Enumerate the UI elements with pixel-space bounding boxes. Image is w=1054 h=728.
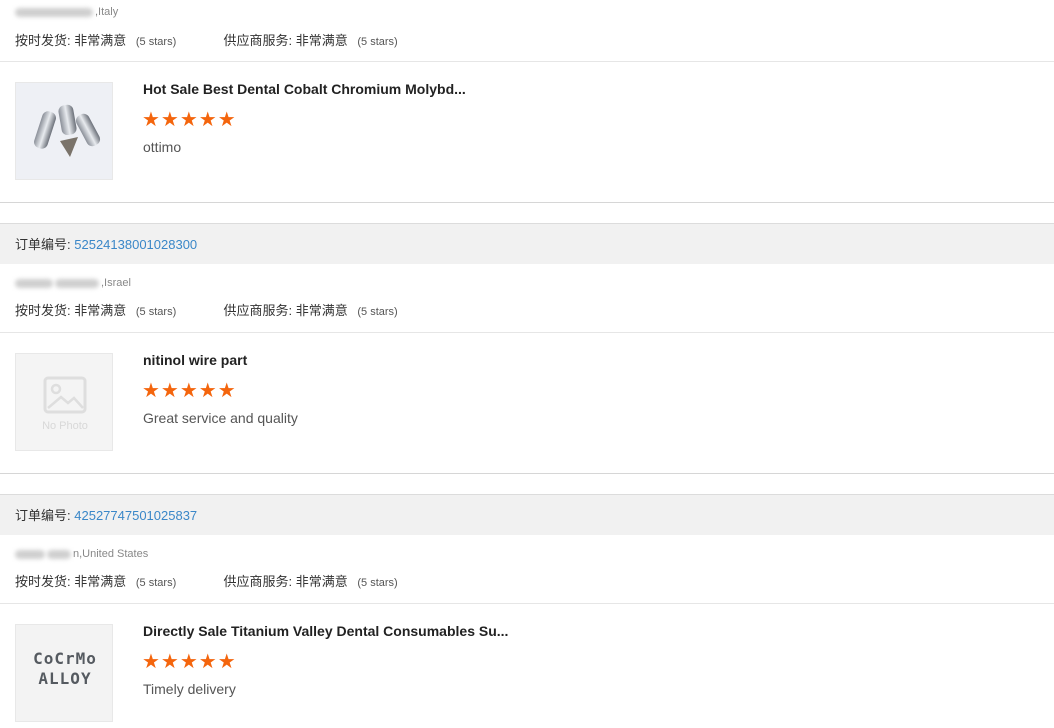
section-separator	[0, 473, 1054, 494]
order-number-label: 订单编号:	[15, 237, 71, 252]
service-value: 非常满意	[295, 574, 348, 589]
no-photo-label: No Photo	[42, 420, 88, 432]
shipping-value: 非常满意	[74, 33, 127, 48]
service-value: 非常满意	[295, 33, 348, 48]
buyer-location: ,Israel	[15, 277, 131, 289]
order-number-link[interactable]: 42527747501025837	[74, 508, 197, 523]
rating-stars: ★★★★★	[142, 380, 237, 402]
service-label: 供应商服务:	[223, 33, 293, 48]
ratings-line: 按时发货: 非常满意 (5 stars) 供应商服务: 非常满意 (5 star…	[15, 30, 398, 49]
service-stars: (5 stars)	[357, 36, 398, 48]
divider	[0, 603, 1054, 604]
buyer-location: ,Italy	[15, 6, 118, 18]
blurred-buyer-name	[47, 549, 71, 559]
product-thumbnail[interactable]	[15, 82, 113, 180]
shipping-label: 按时发货:	[15, 574, 71, 589]
shipping-label: 按时发货:	[15, 33, 71, 48]
dental-alloy-pellets-image	[16, 83, 112, 179]
product-thumbnail[interactable]: CoCrMo ALLOY	[15, 624, 113, 722]
rating-stars: ★★★★★	[142, 651, 237, 673]
buyer-country: ,Italy	[95, 6, 119, 18]
blurred-buyer-name	[15, 549, 45, 559]
order-number-label: 订单编号:	[15, 508, 71, 523]
review-comment: Timely delivery	[143, 681, 236, 697]
product-title[interactable]: Directly Sale Titanium Valley Dental Con…	[143, 623, 508, 639]
blurred-buyer-name	[15, 7, 93, 17]
ratings-line: 按时发货: 非常满意 (5 stars) 供应商服务: 非常满意 (5 star…	[15, 571, 398, 590]
rating-stars: ★★★★★	[142, 109, 237, 131]
divider	[0, 332, 1054, 333]
order-header: 订单编号: 42527747501025837	[0, 494, 1054, 535]
shipping-value: 非常满意	[74, 303, 127, 318]
service-stars: (5 stars)	[357, 577, 398, 589]
blurred-buyer-name	[15, 278, 53, 288]
buyer-country: ,Israel	[101, 277, 131, 289]
order-number-link[interactable]: 52524138001028300	[74, 237, 197, 252]
review-comment: Great service and quality	[143, 410, 298, 426]
shipping-value: 非常满意	[74, 574, 127, 589]
shipping-stars: (5 stars)	[135, 306, 177, 318]
no-photo-placeholder-icon	[16, 354, 112, 450]
ratings-line: 按时发货: 非常满意 (5 stars) 供应商服务: 非常满意 (5 star…	[15, 300, 398, 319]
buyer-location: n,United States	[15, 548, 148, 560]
service-stars: (5 stars)	[357, 306, 398, 318]
divider	[0, 61, 1054, 62]
product-title[interactable]: nitinol wire part	[143, 352, 247, 368]
order-header: 订单编号: 52524138001028300	[0, 223, 1054, 264]
shipping-stars: (5 stars)	[135, 577, 177, 589]
shipping-label: 按时发货:	[15, 303, 71, 318]
service-label: 供应商服务:	[223, 303, 293, 318]
product-thumbnail[interactable]: No Photo	[15, 353, 113, 451]
product-title[interactable]: Hot Sale Best Dental Cobalt Chromium Mol…	[143, 81, 466, 97]
blurred-buyer-name	[55, 278, 99, 288]
buyer-country: n,United States	[73, 548, 149, 560]
review-comment: ottimo	[143, 139, 182, 155]
alloy-product-image-text: CoCrMo ALLOY	[33, 649, 97, 688]
section-separator	[0, 202, 1054, 223]
service-label: 供应商服务:	[223, 574, 293, 589]
service-value: 非常满意	[295, 303, 348, 318]
shipping-stars: (5 stars)	[135, 36, 177, 48]
